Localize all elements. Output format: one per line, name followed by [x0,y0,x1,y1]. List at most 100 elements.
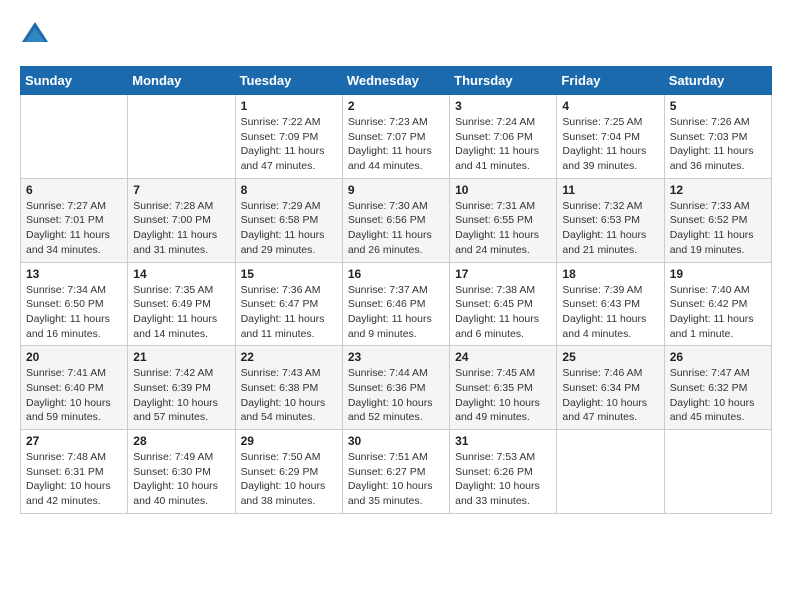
day-number: 27 [26,434,122,448]
day-number: 6 [26,183,122,197]
day-number: 9 [348,183,444,197]
calendar-cell: 19 Sunrise: 7:40 AM Sunset: 6:42 PM Dayli… [664,262,771,346]
header-saturday: Saturday [664,67,771,95]
calendar-cell: 26 Sunrise: 7:47 AM Sunset: 6:32 PM Dayli… [664,346,771,430]
day-info: Sunrise: 7:29 AM Sunset: 6:58 PM Dayligh… [241,199,337,258]
calendar-cell: 29 Sunrise: 7:50 AM Sunset: 6:29 PM Dayli… [235,430,342,514]
day-number: 26 [670,350,766,364]
day-number: 28 [133,434,229,448]
day-number: 16 [348,267,444,281]
day-info: Sunrise: 7:49 AM Sunset: 6:30 PM Dayligh… [133,450,229,509]
day-number: 15 [241,267,337,281]
day-number: 5 [670,99,766,113]
day-info: Sunrise: 7:26 AM Sunset: 7:03 PM Dayligh… [670,115,766,174]
day-number: 8 [241,183,337,197]
calendar-cell: 9Sunrise: 7:30 AM Sunset: 6:56 PM Daylig… [342,178,449,262]
calendar-cell: 21 Sunrise: 7:42 AM Sunset: 6:39 PM Dayli… [128,346,235,430]
day-info: Sunrise: 7:31 AM Sunset: 6:55 PM Dayligh… [455,199,551,258]
day-number: 31 [455,434,551,448]
day-number: 11 [562,183,658,197]
day-info: Sunrise: 7:28 AM Sunset: 7:00 PM Dayligh… [133,199,229,258]
calendar-cell: 23Sunrise: 7:44 AM Sunset: 6:36 PM Dayli… [342,346,449,430]
calendar-week-row: 13 Sunrise: 7:34 AM Sunset: 6:50 PM Dayli… [21,262,772,346]
day-info: Sunrise: 7:27 AM Sunset: 7:01 PM Dayligh… [26,199,122,258]
header-sunday: Sunday [21,67,128,95]
header-monday: Monday [128,67,235,95]
day-number: 10 [455,183,551,197]
calendar-cell: 18Sunrise: 7:39 AM Sunset: 6:43 PM Dayli… [557,262,664,346]
day-number: 14 [133,267,229,281]
day-info: Sunrise: 7:43 AM Sunset: 6:38 PM Dayligh… [241,366,337,425]
logo [20,20,54,50]
day-info: Sunrise: 7:45 AM Sunset: 6:35 PM Dayligh… [455,366,551,425]
calendar-cell: 27 Sunrise: 7:48 AM Sunset: 6:31 PM Dayli… [21,430,128,514]
calendar-cell: 13 Sunrise: 7:34 AM Sunset: 6:50 PM Dayli… [21,262,128,346]
calendar-cell [557,430,664,514]
day-number: 24 [455,350,551,364]
calendar-cell: 12 Sunrise: 7:33 AM Sunset: 6:52 PM Dayli… [664,178,771,262]
day-info: Sunrise: 7:40 AM Sunset: 6:42 PM Dayligh… [670,283,766,342]
day-number: 25 [562,350,658,364]
day-number: 7 [133,183,229,197]
day-number: 23 [348,350,444,364]
day-number: 22 [241,350,337,364]
day-info: Sunrise: 7:46 AM Sunset: 6:34 PM Dayligh… [562,366,658,425]
day-info: Sunrise: 7:34 AM Sunset: 6:50 PM Dayligh… [26,283,122,342]
calendar: SundayMondayTuesdayWednesdayThursdayFrid… [20,66,772,514]
calendar-cell: 15Sunrise: 7:36 AM Sunset: 6:47 PM Dayli… [235,262,342,346]
day-number: 21 [133,350,229,364]
day-info: Sunrise: 7:24 AM Sunset: 7:06 PM Dayligh… [455,115,551,174]
day-number: 3 [455,99,551,113]
calendar-cell: 22 Sunrise: 7:43 AM Sunset: 6:38 PM Dayli… [235,346,342,430]
day-info: Sunrise: 7:32 AM Sunset: 6:53 PM Dayligh… [562,199,658,258]
day-info: Sunrise: 7:50 AM Sunset: 6:29 PM Dayligh… [241,450,337,509]
day-info: Sunrise: 7:33 AM Sunset: 6:52 PM Dayligh… [670,199,766,258]
calendar-cell: 5 Sunrise: 7:26 AM Sunset: 7:03 PM Daylig… [664,95,771,179]
day-info: Sunrise: 7:51 AM Sunset: 6:27 PM Dayligh… [348,450,444,509]
calendar-cell: 7 Sunrise: 7:28 AM Sunset: 7:00 PM Daylig… [128,178,235,262]
day-info: Sunrise: 7:23 AM Sunset: 7:07 PM Dayligh… [348,115,444,174]
calendar-cell: 2 Sunrise: 7:23 AM Sunset: 7:07 PM Daylig… [342,95,449,179]
calendar-cell [664,430,771,514]
calendar-cell: 8 Sunrise: 7:29 AM Sunset: 6:58 PM Daylig… [235,178,342,262]
calendar-cell: 6 Sunrise: 7:27 AM Sunset: 7:01 PM Daylig… [21,178,128,262]
calendar-cell: 14 Sunrise: 7:35 AM Sunset: 6:49 PM Dayli… [128,262,235,346]
calendar-week-row: 27 Sunrise: 7:48 AM Sunset: 6:31 PM Dayli… [21,430,772,514]
day-info: Sunrise: 7:39 AM Sunset: 6:43 PM Dayligh… [562,283,658,342]
calendar-cell: 30 Sunrise: 7:51 AM Sunset: 6:27 PM Dayli… [342,430,449,514]
day-info: Sunrise: 7:25 AM Sunset: 7:04 PM Dayligh… [562,115,658,174]
day-number: 2 [348,99,444,113]
day-info: Sunrise: 7:48 AM Sunset: 6:31 PM Dayligh… [26,450,122,509]
calendar-cell: 1 Sunrise: 7:22 AM Sunset: 7:09 PM Daylig… [235,95,342,179]
day-number: 1 [241,99,337,113]
day-number: 29 [241,434,337,448]
calendar-cell: 31Sunrise: 7:53 AM Sunset: 6:26 PM Dayli… [450,430,557,514]
calendar-cell: 17Sunrise: 7:38 AM Sunset: 6:45 PM Dayli… [450,262,557,346]
day-number: 4 [562,99,658,113]
calendar-header-row: SundayMondayTuesdayWednesdayThursdayFrid… [21,67,772,95]
day-number: 13 [26,267,122,281]
calendar-cell: 11 Sunrise: 7:32 AM Sunset: 6:53 PM Dayli… [557,178,664,262]
logo-icon [20,20,50,50]
day-number: 17 [455,267,551,281]
calendar-cell: 24 Sunrise: 7:45 AM Sunset: 6:35 PM Dayli… [450,346,557,430]
day-number: 12 [670,183,766,197]
day-info: Sunrise: 7:35 AM Sunset: 6:49 PM Dayligh… [133,283,229,342]
calendar-cell: 28 Sunrise: 7:49 AM Sunset: 6:30 PM Dayli… [128,430,235,514]
day-info: Sunrise: 7:41 AM Sunset: 6:40 PM Dayligh… [26,366,122,425]
day-number: 19 [670,267,766,281]
calendar-week-row: 1 Sunrise: 7:22 AM Sunset: 7:09 PM Daylig… [21,95,772,179]
day-info: Sunrise: 7:42 AM Sunset: 6:39 PM Dayligh… [133,366,229,425]
calendar-week-row: 6 Sunrise: 7:27 AM Sunset: 7:01 PM Daylig… [21,178,772,262]
day-info: Sunrise: 7:22 AM Sunset: 7:09 PM Dayligh… [241,115,337,174]
header-thursday: Thursday [450,67,557,95]
calendar-cell: 4 Sunrise: 7:25 AM Sunset: 7:04 PM Daylig… [557,95,664,179]
day-info: Sunrise: 7:37 AM Sunset: 6:46 PM Dayligh… [348,283,444,342]
day-info: Sunrise: 7:47 AM Sunset: 6:32 PM Dayligh… [670,366,766,425]
calendar-cell [128,95,235,179]
calendar-cell [21,95,128,179]
calendar-cell: 3 Sunrise: 7:24 AM Sunset: 7:06 PM Daylig… [450,95,557,179]
day-number: 30 [348,434,444,448]
calendar-cell: 16 Sunrise: 7:37 AM Sunset: 6:46 PM Dayli… [342,262,449,346]
header-friday: Friday [557,67,664,95]
